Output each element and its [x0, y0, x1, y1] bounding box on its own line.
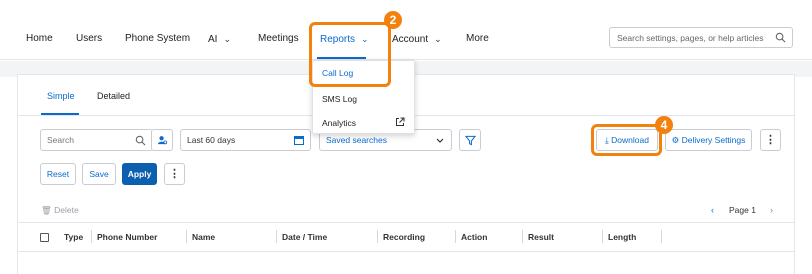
search-icon [135, 135, 146, 146]
column-name[interactable]: Name [192, 232, 215, 242]
chevron-down-icon [436, 138, 444, 143]
nav-more[interactable]: More [466, 33, 489, 45]
chevron-down-icon: ⌄ [434, 34, 442, 44]
search-field[interactable]: Search [40, 129, 153, 151]
menu-item-sms-log[interactable]: SMS Log [322, 94, 357, 104]
search-placeholder: Search [47, 135, 74, 145]
nav-meetings[interactable]: Meetings [258, 33, 299, 45]
column-result[interactable]: Result [528, 232, 554, 242]
pager-next-button[interactable]: › [770, 205, 773, 215]
date-range-value: Last 60 days [187, 135, 236, 145]
filter-icon [465, 135, 476, 146]
saved-searches-label: Saved searches [326, 135, 387, 145]
column-divider [91, 230, 92, 243]
chevron-down-icon: ⌄ [223, 34, 231, 44]
nav-phone-system[interactable]: Phone System [125, 33, 190, 45]
save-button[interactable]: Save [82, 163, 116, 185]
step-badge-4: 4 [655, 116, 673, 134]
delete-button[interactable]: 🗑 Delete [41, 205, 79, 216]
apply-button[interactable]: Apply [122, 163, 157, 185]
step-badge-2: 2 [384, 11, 402, 29]
column-divider [455, 230, 456, 243]
nav-ai[interactable]: AI ⌄ [208, 33, 231, 46]
delete-label: Delete [54, 205, 79, 215]
more-options-button[interactable]: ⋮ [760, 129, 781, 151]
column-divider [522, 230, 523, 243]
column-date-time[interactable]: Date / Time [282, 232, 327, 242]
gear-icon: ⚙ [671, 135, 680, 145]
column-divider [661, 230, 662, 243]
menu-item-analytics[interactable]: Analytics [322, 118, 356, 128]
select-all-checkbox[interactable] [40, 233, 49, 242]
column-action[interactable]: Action [461, 232, 487, 242]
reset-button[interactable]: Reset [40, 163, 76, 185]
column-recording[interactable]: Recording [383, 232, 425, 242]
global-search-input[interactable] [617, 32, 772, 44]
column-divider [186, 230, 187, 243]
column-type[interactable]: Type [64, 232, 83, 242]
pager-prev-button[interactable]: ‹ [711, 205, 714, 215]
nav-account-label: Account [392, 34, 429, 45]
global-search-box[interactable] [609, 27, 793, 48]
trash-icon: 🗑 [41, 205, 52, 215]
nav-account[interactable]: Account ⌄ [392, 33, 442, 46]
user-filter-button[interactable] [151, 129, 173, 151]
column-divider [602, 230, 603, 243]
delivery-settings-button[interactable]: ⚙ Delivery Settings [665, 129, 752, 151]
nav-home[interactable]: Home [26, 33, 53, 45]
filter-more-button[interactable]: ⋮ [164, 163, 185, 185]
reports-highlight-box [309, 22, 391, 87]
tab-detailed[interactable]: Detailed [97, 91, 130, 101]
pager-label: Page 1 [729, 205, 756, 215]
filter-button[interactable] [459, 129, 481, 151]
search-icon [775, 32, 786, 43]
download-highlight-box [591, 124, 662, 156]
nav-ai-label: AI [208, 34, 218, 45]
tab-simple[interactable]: Simple [47, 91, 75, 101]
user-search-icon [157, 136, 168, 145]
nav-users[interactable]: Users [76, 33, 102, 45]
column-divider [276, 230, 277, 243]
column-phone-number[interactable]: Phone Number [97, 232, 157, 242]
column-length[interactable]: Length [608, 232, 636, 242]
column-divider [377, 230, 378, 243]
external-link-icon [396, 117, 405, 126]
calendar-icon [294, 136, 304, 145]
delivery-settings-label: Delivery Settings [681, 135, 746, 145]
date-range-field[interactable]: Last 60 days [180, 129, 311, 151]
